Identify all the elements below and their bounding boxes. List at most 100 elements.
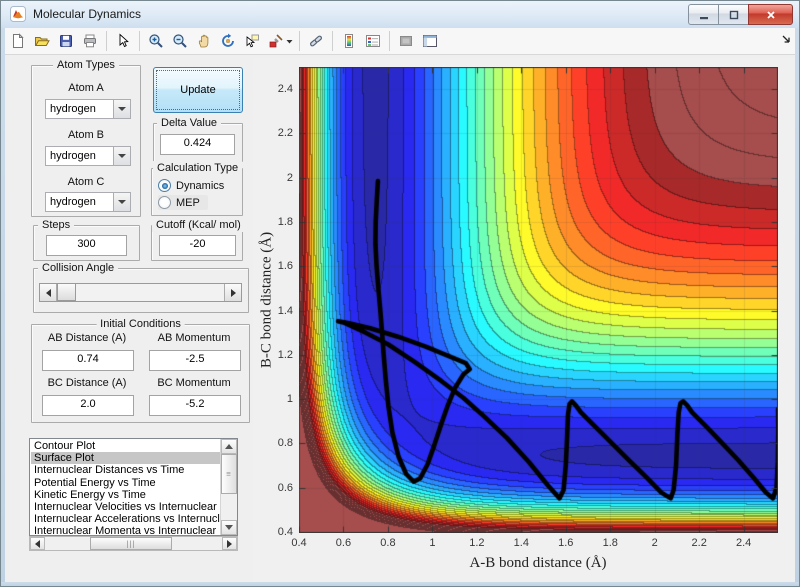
zoom-in-icon[interactable]: [148, 33, 164, 49]
radio-icon[interactable]: [158, 196, 171, 209]
x-tick-label: 2: [651, 537, 658, 549]
slider-left-arrow[interactable]: [40, 284, 57, 301]
collision-angle-slider[interactable]: [39, 283, 242, 302]
scroll-left-button[interactable]: [30, 537, 45, 550]
brush-data-icon[interactable]: [268, 33, 284, 49]
edit-plot-icon[interactable]: [115, 33, 131, 49]
ab-momentum-field[interactable]: -2.5: [149, 350, 241, 371]
bc-momentum-field[interactable]: -5.2: [149, 395, 241, 416]
zoom-out-icon[interactable]: [172, 33, 188, 49]
close-button[interactable]: [748, 4, 793, 25]
toolbar-separator: [299, 31, 300, 51]
radio-mep[interactable]: MEP: [158, 195, 208, 210]
x-tick-label: 2.4: [735, 537, 752, 549]
chevron-down-icon[interactable]: [113, 193, 130, 211]
radio-dynamics[interactable]: Dynamics: [158, 178, 224, 193]
list-item[interactable]: Surface Plot: [31, 452, 220, 465]
atom-types-group: Atom Types Atom A hydrogen Atom B hydrog…: [31, 58, 141, 217]
figure-content: Atom Types Atom A hydrogen Atom B hydrog…: [1, 55, 799, 584]
toolbar-separator: [139, 31, 140, 51]
plot-type-listbox[interactable]: Contour Plot Surface Plot Internuclear Dis…: [29, 438, 238, 536]
show-plot-tools-icon[interactable]: [422, 33, 438, 49]
list-item[interactable]: Internuclear Accelerations vs Internucle…: [31, 513, 220, 525]
y-tick-label: 1.6: [277, 260, 293, 273]
scroll-right-button[interactable]: [222, 537, 237, 550]
ab-momentum-label: AB Momentum: [157, 332, 231, 344]
atom-c-dropdown[interactable]: hydrogen: [45, 192, 131, 212]
hide-plot-tools-icon[interactable]: [398, 33, 414, 49]
steps-field[interactable]: 300: [46, 235, 127, 256]
list-item[interactable]: Potential Energy vs Time: [31, 477, 220, 489]
radio-label: MEP: [176, 196, 200, 209]
window-frame: [1, 582, 799, 586]
steps-group: Steps 300: [33, 218, 140, 261]
figure-toolbar: [1, 28, 799, 55]
list-item[interactable]: Internuclear Momenta vs Internuclear Dis…: [31, 525, 220, 535]
atom-b-dropdown[interactable]: hydrogen: [45, 146, 131, 166]
toolbar-separator: [332, 31, 333, 51]
insert-legend-icon[interactable]: [365, 33, 381, 49]
radio-label: Dynamics: [176, 179, 225, 192]
list-item[interactable]: Contour Plot: [31, 440, 220, 452]
group-title: Steps: [38, 218, 75, 232]
link-plot-icon[interactable]: [308, 33, 324, 49]
new-figure-icon[interactable]: [10, 33, 26, 49]
cutoff-field[interactable]: -20: [159, 235, 236, 256]
delta-value-group: Delta Value 0.424: [153, 116, 243, 162]
insert-colorbar-icon[interactable]: [341, 33, 357, 49]
minimize-icon: [699, 16, 708, 19]
vertical-scrollbar[interactable]: ≡: [220, 439, 237, 535]
chevron-down-icon[interactable]: [113, 100, 130, 118]
list-item[interactable]: Internuclear Velocities vs Internuclear …: [31, 501, 220, 513]
slider-thumb[interactable]: [57, 284, 76, 301]
group-title: Collision Angle: [38, 261, 119, 275]
window-frame: [1, 28, 5, 586]
open-file-icon[interactable]: [34, 33, 50, 49]
x-tick-label: 0.6: [335, 537, 352, 549]
maximize-icon: [729, 10, 738, 19]
bc-momentum-label: BC Momentum: [157, 377, 231, 389]
y-tick-label: 2: [286, 171, 293, 184]
y-tick-label: 2.2: [277, 127, 293, 140]
print-icon[interactable]: [82, 33, 98, 49]
app-window: Molecular Dynamics Atom Types Atom A hyd…: [0, 0, 800, 587]
atom-c-value: hydrogen: [50, 196, 96, 208]
radio-icon[interactable]: [158, 179, 171, 192]
list-item[interactable]: Kinetic Energy vs Time: [31, 489, 220, 501]
cutoff-group: Cutoff (Kcal/ mol) -20: [151, 218, 245, 261]
atom-c-label: Atom C: [67, 176, 105, 188]
collision-angle-group: Collision Angle: [33, 261, 249, 313]
pan-hand-icon[interactable]: [196, 33, 212, 49]
toolbar-separator: [389, 31, 390, 51]
save-icon[interactable]: [58, 33, 74, 49]
scroll-down-button[interactable]: [221, 520, 237, 535]
maximize-button[interactable]: [718, 4, 748, 25]
y-tick-label: 1.2: [277, 348, 293, 361]
slider-right-arrow[interactable]: [224, 284, 241, 301]
scrollbar-thumb[interactable]: |||: [90, 537, 172, 550]
minimize-button[interactable]: [688, 4, 718, 25]
group-title: Delta Value: [157, 116, 222, 130]
scroll-up-button[interactable]: [221, 439, 237, 454]
x-tick-label: 0.4: [291, 537, 307, 549]
initial-conditions-group: Initial Conditions AB Distance (A) AB Mo…: [31, 317, 250, 423]
brush-dropdown-caret-icon[interactable]: [286, 33, 293, 49]
rotate-3d-icon[interactable]: [220, 33, 236, 49]
chevron-down-icon[interactable]: [113, 147, 130, 165]
atom-a-dropdown[interactable]: hydrogen: [45, 99, 131, 119]
update-button[interactable]: Update: [153, 67, 243, 113]
delta-value-field[interactable]: 0.424: [160, 134, 235, 155]
titlebar[interactable]: Molecular Dynamics: [1, 1, 799, 29]
data-cursor-icon[interactable]: [244, 33, 260, 49]
ab-distance-field[interactable]: 0.74: [42, 350, 134, 371]
x-tick-label: 1.8: [602, 537, 618, 549]
atom-b-label: Atom B: [67, 129, 105, 141]
x-tick-label: 1.6: [558, 537, 574, 549]
window-frame: [795, 28, 799, 586]
list-item[interactable]: Internuclear Distances vs Time: [31, 464, 220, 476]
bc-distance-field[interactable]: 2.0: [42, 395, 134, 416]
toolbar-overflow-icon[interactable]: [781, 34, 791, 44]
scrollbar-thumb[interactable]: ≡: [221, 454, 237, 494]
contour-plot-canvas[interactable]: [299, 67, 778, 533]
horizontal-scrollbar[interactable]: |||: [29, 536, 238, 551]
